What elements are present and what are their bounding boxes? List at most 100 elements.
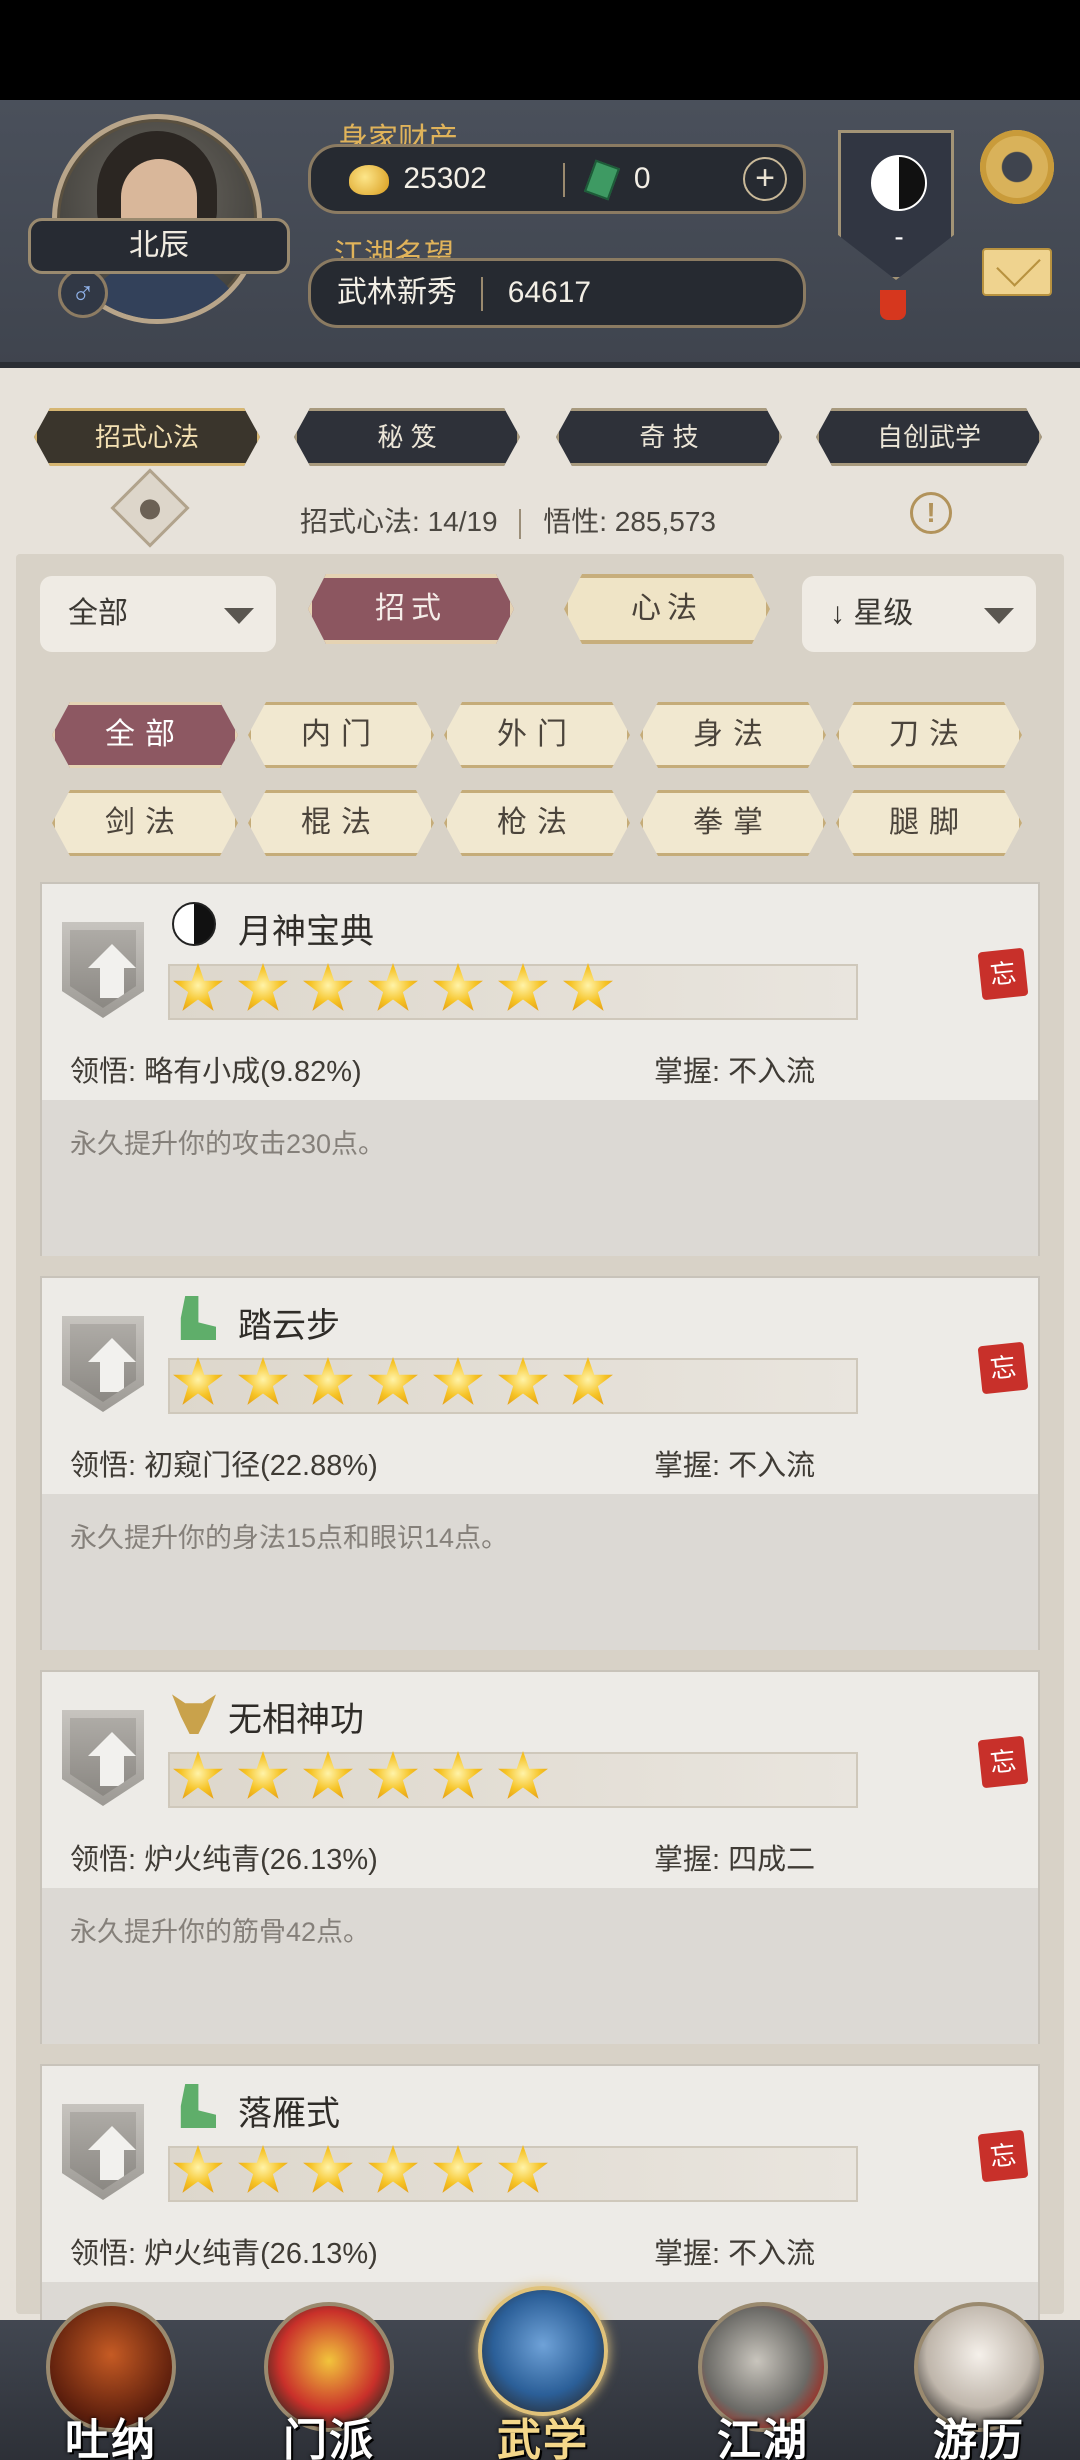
nav-sect[interactable]: 门派 (254, 2292, 404, 2460)
skill-name: 落雁式 (238, 2095, 340, 2133)
insight-value: 炉火纯青(26.13%) (144, 1844, 378, 1876)
mastery-value: 不入流 (728, 1056, 816, 1088)
category-spear[interactable]: 枪法 (444, 790, 630, 856)
skill-name: 踏云步 (238, 1307, 340, 1345)
mail-envelope-icon[interactable] (982, 248, 1052, 296)
mastery-row: 掌握: 不入流 (654, 1442, 815, 1484)
insight-label: 领悟: (70, 1056, 137, 1088)
male-gender-icon: ♂ (58, 268, 108, 318)
divider (481, 277, 484, 312)
forget-seal-icon[interactable]: 忘 (977, 947, 1029, 1001)
sort-dropdown[interactable]: ↓ 星级 (802, 576, 1036, 652)
category-staff[interactable]: 棍法 (248, 790, 434, 856)
moves-label: 招式心法: (300, 506, 420, 537)
mastery-row: 掌握: 不入流 (654, 1048, 815, 1090)
nav-label: 门派 (283, 2416, 375, 2460)
segment-mind[interactable]: 心法 (564, 574, 770, 644)
eye-pupil (140, 499, 160, 520)
skill-card[interactable]: 踏云步 忘 领悟: 初窥门径(22.88%) 掌握: 不入流 永久提升你的身法1… (40, 1276, 1040, 1650)
eye-icon[interactable] (110, 468, 190, 548)
star-rating (172, 2144, 562, 2204)
stats-line: 招式心法: 14/19 悟性: 285,573 (300, 500, 716, 540)
mastery-label: 掌握: (654, 1450, 721, 1482)
forget-seal-icon[interactable]: 忘 (977, 2129, 1029, 2183)
tab-special-skill[interactable]: 奇 技 (556, 408, 782, 466)
category-blade[interactable]: 刀法 (836, 702, 1022, 768)
mastery-row: 掌握: 四成二 (654, 1836, 815, 1878)
comprehension-value: 285,573 (614, 506, 716, 537)
nav-martial-arts[interactable]: 武学 (468, 2286, 618, 2460)
star-icon (433, 963, 483, 1011)
tab-self-created[interactable]: 自创武学 (816, 408, 1042, 466)
category-leg[interactable]: 腿脚 (836, 790, 1022, 856)
forget-seal-icon[interactable]: 忘 (977, 1735, 1029, 1789)
rank-inner (70, 1718, 136, 1796)
upgrade-rank-icon[interactable] (62, 922, 144, 1018)
player-name: 北辰 (28, 218, 290, 274)
category-fist[interactable]: 拳掌 (640, 790, 826, 856)
insight-row: 领悟: 炉火纯青(26.13%) (70, 2230, 378, 2272)
sect-badge[interactable]: - (838, 130, 954, 280)
comprehension-label: 悟性: (543, 506, 607, 537)
upgrade-rank-icon[interactable] (62, 1316, 144, 1412)
insight-label: 领悟: (70, 1844, 137, 1876)
nav-breathing[interactable]: 吐纳 (36, 2292, 186, 2460)
star-icon (498, 2145, 548, 2193)
add-currency-button[interactable]: + (743, 157, 787, 201)
chevron-down-icon (984, 608, 1014, 624)
star-icon (563, 963, 613, 1011)
category-sword[interactable]: 剑法 (52, 790, 238, 856)
star-icon (238, 963, 288, 1011)
category-all[interactable]: 全部 (52, 702, 238, 768)
insight-value: 初窥门径(22.88%) (144, 1450, 378, 1482)
star-icon (173, 963, 223, 1011)
star-icon (563, 1357, 613, 1405)
scope-dropdown[interactable]: 全部 (40, 576, 276, 652)
category-inner[interactable]: 内门 (248, 702, 434, 768)
status-bar (0, 0, 1080, 100)
info-icon[interactable]: ! (910, 492, 952, 534)
taiji-icon (172, 902, 216, 946)
insight-row: 领悟: 炉火纯青(26.13%) (70, 1836, 378, 1878)
star-icon (303, 2145, 353, 2193)
upgrade-rank-icon[interactable] (62, 1710, 144, 1806)
nav-jianghu[interactable]: 江湖 (688, 2292, 838, 2460)
rank-inner (70, 930, 136, 1008)
arrow-up-icon (88, 1338, 136, 1362)
forget-seal-icon[interactable]: 忘 (977, 1341, 1029, 1395)
jade-icon (584, 159, 621, 201)
star-icon (303, 1751, 353, 1799)
star-icon (368, 1357, 418, 1405)
skill-card[interactable]: 月神宝典 忘 领悟: 略有小成(9.82%) 掌握: 不入流 永久提升你的攻击2… (40, 882, 1040, 1256)
settings-gear-icon[interactable] (980, 130, 1054, 204)
segment-moves[interactable]: 招式 (308, 574, 514, 644)
insight-value: 炉火纯青(26.13%) (144, 2238, 378, 2270)
skill-card[interactable]: 无相神功 忘 领悟: 炉火纯青(26.13%) 掌握: 四成二 永久提升你的筋骨… (40, 1670, 1040, 2044)
star-icon (368, 2145, 418, 2193)
star-icon (433, 1357, 483, 1405)
mastery-value: 四成二 (728, 1844, 816, 1876)
scope-value: 全部 (68, 597, 128, 630)
star-rating (172, 962, 627, 1022)
gold-amount: 25302 (403, 162, 487, 195)
chevron-down-icon (224, 608, 254, 624)
tab-moves-mind[interactable]: 招式心法 (34, 408, 260, 466)
star-icon (238, 1357, 288, 1405)
bottom-nav: 吐纳 门派 武学 江湖 游历 (0, 2286, 1080, 2460)
star-icon (303, 1357, 353, 1405)
arrow-stem (100, 966, 124, 998)
star-icon (173, 2145, 223, 2193)
category-movement[interactable]: 身法 (640, 702, 826, 768)
nav-travel[interactable]: 游历 (904, 2292, 1054, 2460)
tab-secret-manual[interactable]: 秘 笈 (294, 408, 520, 466)
taiji-icon (871, 155, 927, 211)
star-icon (498, 963, 548, 1011)
reputation-bar: 武林新秀 64617 (308, 258, 806, 328)
moves-value: 14/19 (427, 506, 498, 537)
star-icon (303, 963, 353, 1011)
category-outer[interactable]: 外门 (444, 702, 630, 768)
mastery-value: 不入流 (728, 1450, 816, 1482)
nav-label: 吐纳 (65, 2416, 157, 2460)
upgrade-rank-icon[interactable] (62, 2104, 144, 2200)
jade-amount: 0 (633, 162, 651, 195)
